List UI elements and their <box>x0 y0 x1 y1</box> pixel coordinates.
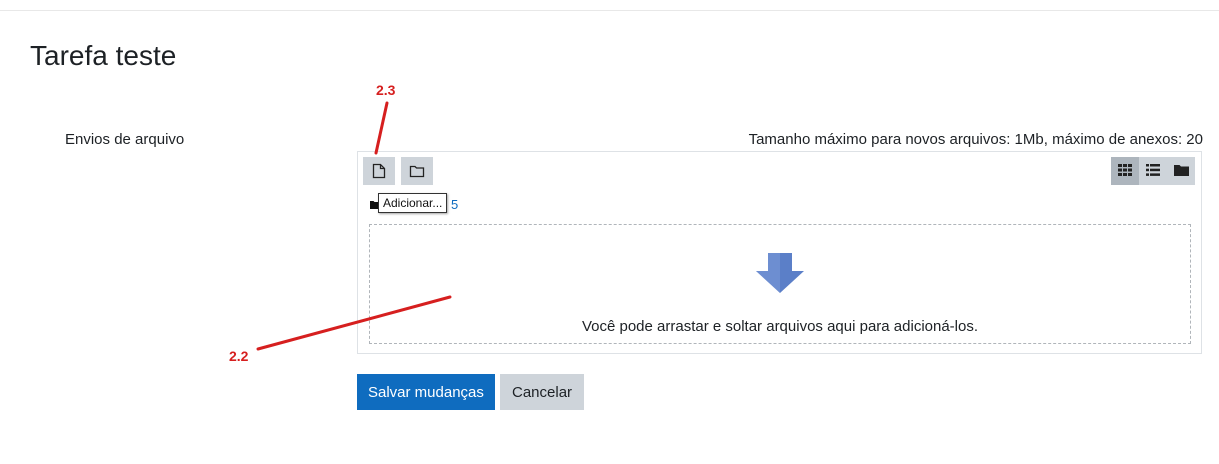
page-title: Tarefa teste <box>30 40 177 71</box>
grid-view-button[interactable] <box>1111 157 1139 185</box>
list-view-button[interactable] <box>1139 157 1167 185</box>
create-folder-button[interactable] <box>401 157 433 185</box>
max-size-info: Tamanho máximo para novos arquivos: 1Mb,… <box>748 131 1203 148</box>
download-arrow-icon <box>756 253 804 298</box>
dropzone-message: Você pode arrastar e soltar arquivos aqu… <box>581 318 979 335</box>
file-submissions-label: Envios de arquivo <box>65 131 185 148</box>
annotation-label-2-3: 2.3 <box>376 82 396 98</box>
file-dropzone[interactable]: Você pode arrastar e soltar arquivos aqu… <box>369 224 1191 344</box>
grid-view-icon <box>1118 163 1132 179</box>
view-switcher <box>1111 157 1195 185</box>
folder-tree-icon <box>1173 164 1189 179</box>
annotation-line-2-3 <box>374 101 389 155</box>
folder-outline-icon <box>409 164 425 178</box>
add-tooltip: Adicionar... <box>378 193 448 213</box>
file-icon <box>372 163 386 179</box>
tree-view-button[interactable] <box>1167 157 1195 185</box>
add-file-button[interactable] <box>363 157 395 185</box>
annotation-label-2-2: 2.2 <box>229 348 249 364</box>
filepicker: 5 Você pode arrastar e soltar arquivos a… <box>357 151 1202 354</box>
filepicker-toolbar <box>358 152 1201 188</box>
list-view-icon <box>1146 163 1160 179</box>
cancel-button[interactable]: Cancelar <box>500 374 585 410</box>
save-changes-button[interactable]: Salvar mudanças <box>357 374 495 410</box>
path-link[interactable]: 5 <box>451 197 458 212</box>
top-divider <box>0 10 1219 11</box>
